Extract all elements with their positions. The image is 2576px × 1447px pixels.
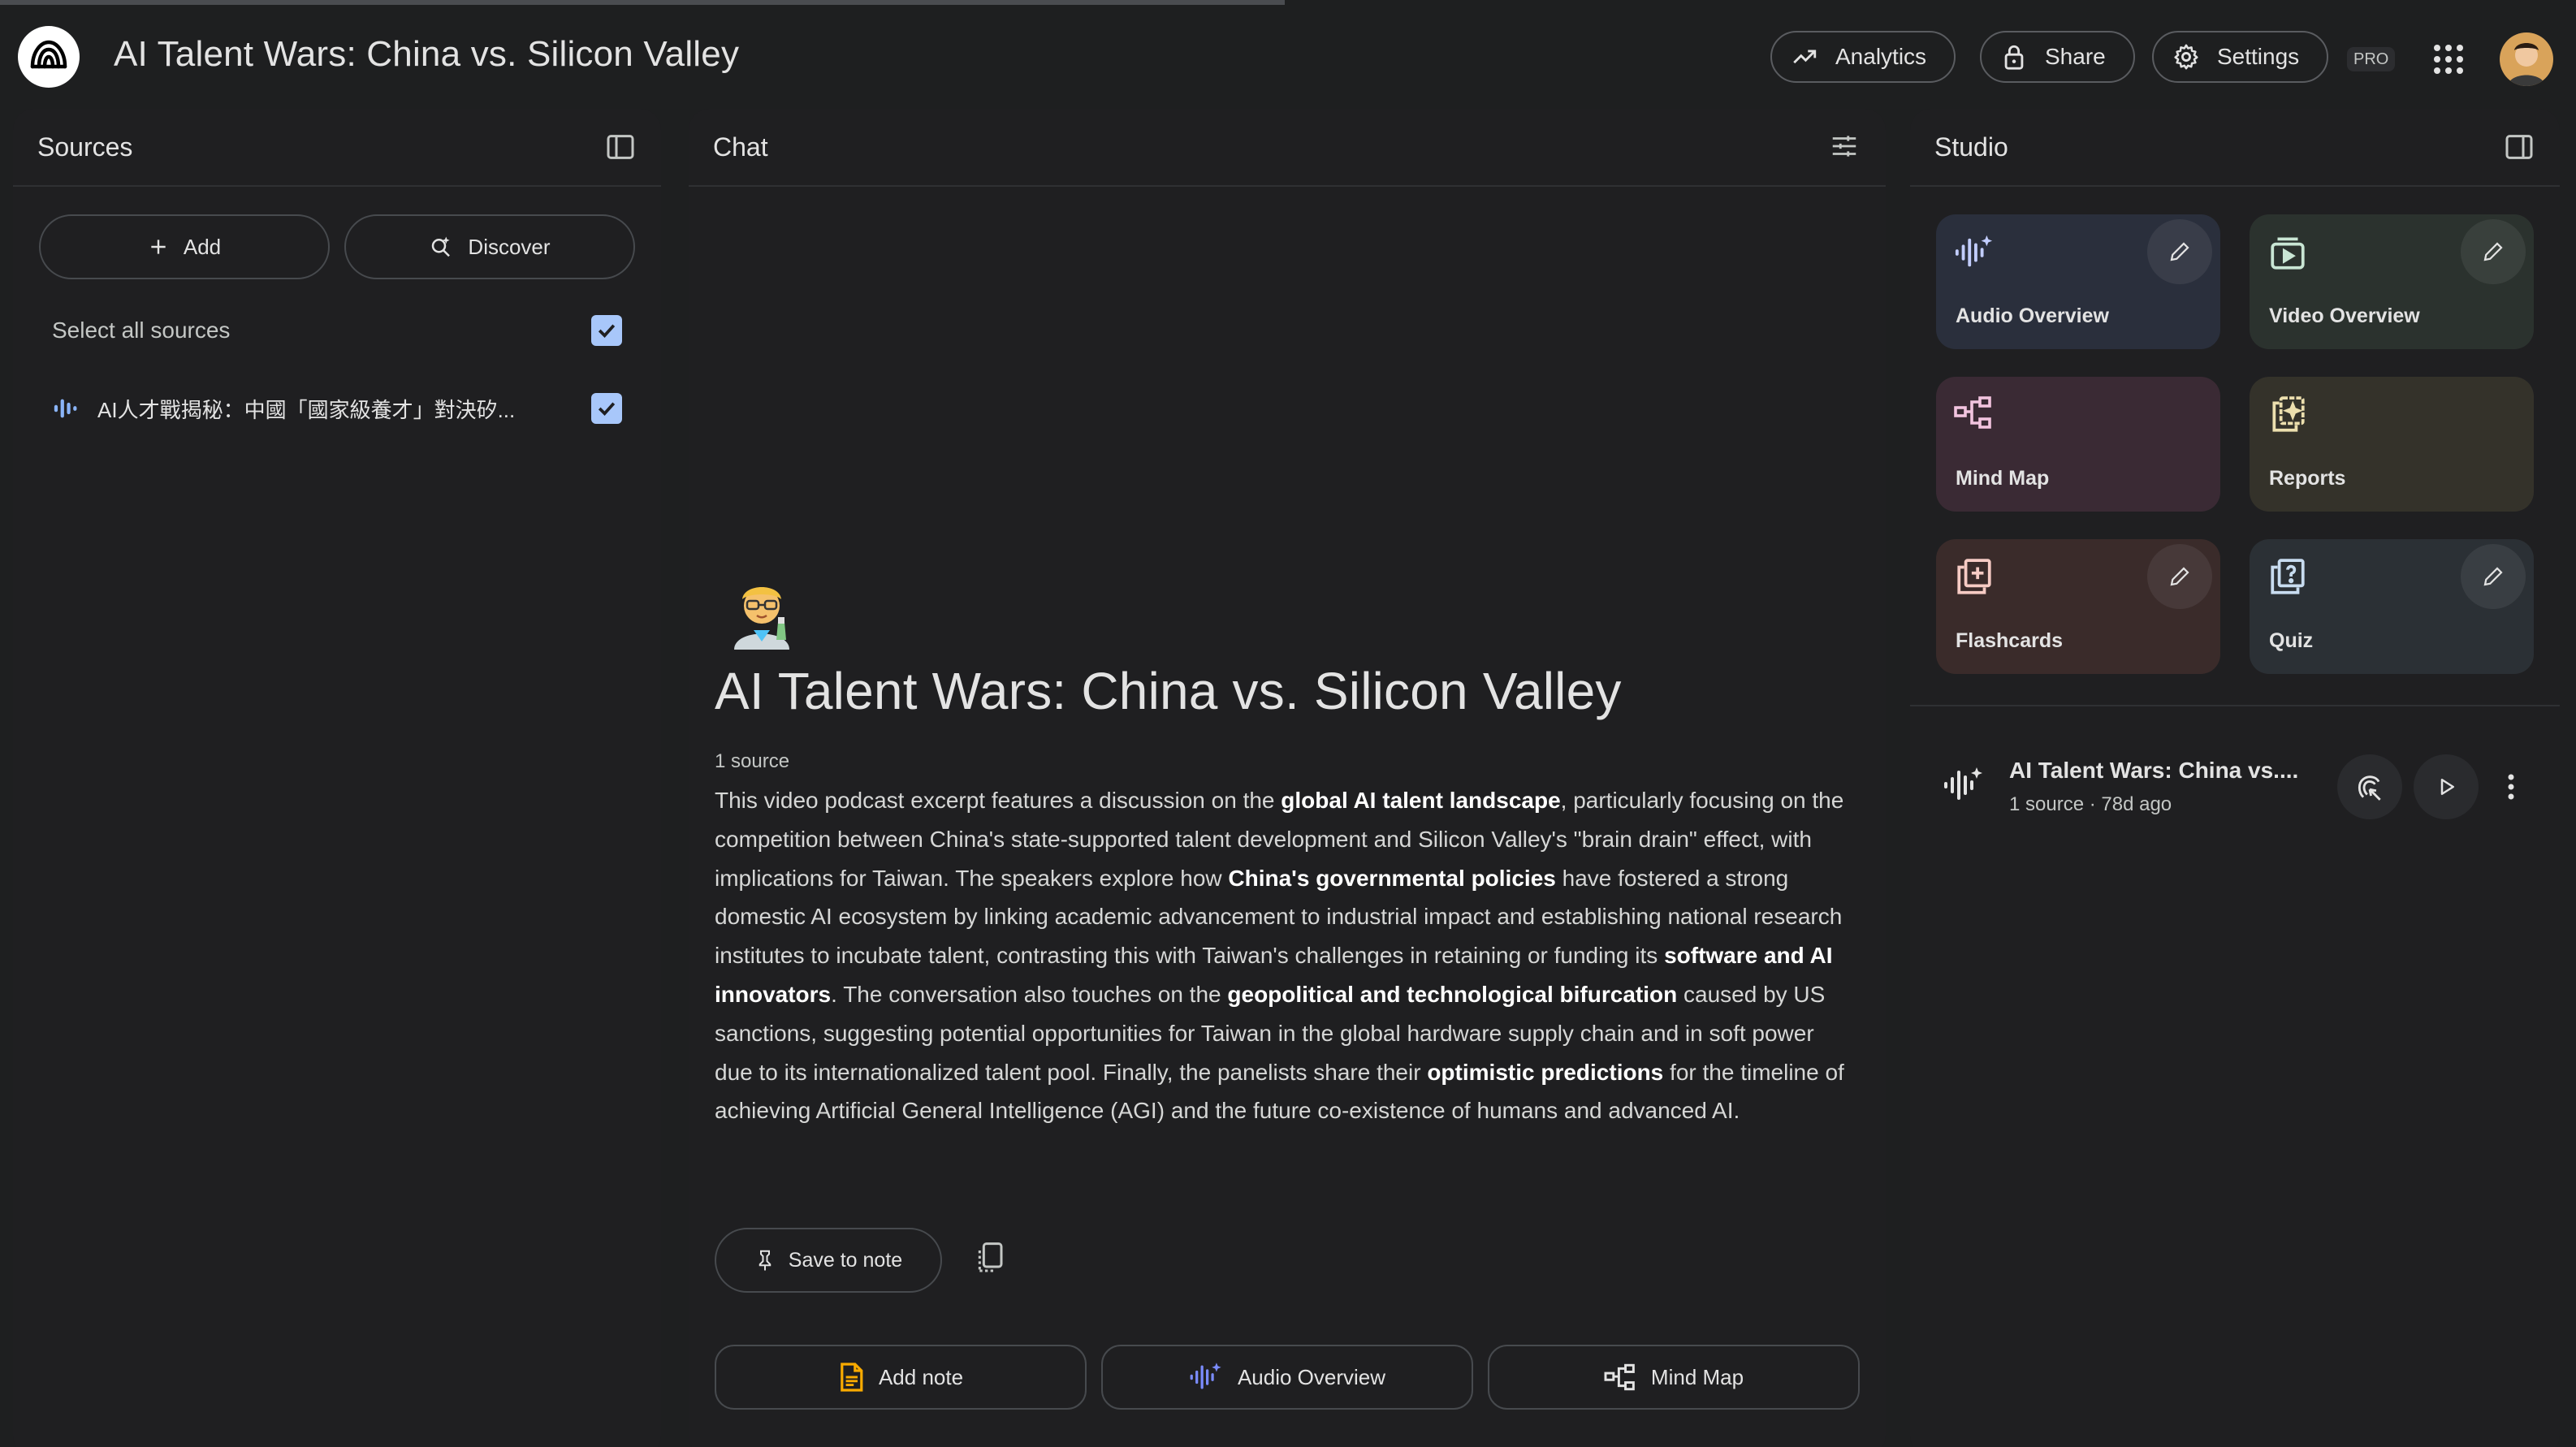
discover-label: Discover xyxy=(468,234,551,259)
collapse-panel-icon[interactable] xyxy=(2503,131,2535,163)
audio-overview-icon xyxy=(1189,1361,1223,1393)
video-overview-tile-label: Video Overview xyxy=(2269,305,2420,327)
audio-overview-tile[interactable]: Audio Overview xyxy=(1936,214,2220,349)
notebook-heading: AI Talent Wars: China vs. Silicon Valley xyxy=(715,662,1622,720)
interactive-mode-icon[interactable] xyxy=(2337,754,2402,819)
studio-header: Studio xyxy=(1910,109,2560,187)
source-item[interactable]: AI人才戰揭秘：中國「國家級養才」對決矽... xyxy=(52,393,622,424)
summary-bold-phrase: optimistic predictions xyxy=(1427,1059,1664,1085)
quiz-icon xyxy=(2267,557,2308,598)
select-all-label: Select all sources xyxy=(52,317,231,343)
add-note-label: Add note xyxy=(878,1364,964,1389)
chat-title: Chat xyxy=(713,132,768,162)
summary-bold-phrase: global AI talent landscape xyxy=(1281,788,1561,813)
share-button[interactable]: Share xyxy=(1980,31,2135,83)
analytics-label: Analytics xyxy=(1835,44,1927,69)
chat-header: Chat xyxy=(689,109,1886,187)
audio-overview-button[interactable]: Audio Overview xyxy=(1101,1345,1473,1410)
discover-sources-button[interactable]: Discover xyxy=(344,214,635,279)
summary-text: . The conversation also touches on the xyxy=(831,981,1228,1007)
audio-overview-label: Audio Overview xyxy=(1237,1364,1386,1389)
video-overview-tile[interactable]: Video Overview xyxy=(2250,214,2534,349)
select-all-checkbox[interactable] xyxy=(591,315,622,346)
sources-title: Sources xyxy=(37,132,133,162)
edit-pencil-icon[interactable] xyxy=(2461,219,2526,284)
notebooklm-logo-icon[interactable] xyxy=(18,26,80,88)
discover-search-icon xyxy=(429,235,453,259)
summary-bold-phrase: geopolitical and technological bifurcati… xyxy=(1227,981,1678,1007)
add-source-button[interactable]: Add xyxy=(39,214,330,279)
lock-icon xyxy=(1999,42,2029,71)
plus-icon xyxy=(148,236,169,257)
artifact-subtitle: 1 source · 78d ago xyxy=(2009,793,2172,815)
mind-map-icon xyxy=(1954,395,1995,435)
artifact-title: AI Talent Wars: China vs.... xyxy=(2009,758,2299,783)
sources-header: Sources xyxy=(13,109,661,187)
audio-artifact-item[interactable]: AI Talent Wars: China vs.... 1 source · … xyxy=(1943,742,2535,831)
quiz-tile-label: Quiz xyxy=(2269,629,2314,652)
edit-pencil-icon[interactable] xyxy=(2461,544,2526,609)
studio-title: Studio xyxy=(1934,132,2008,162)
collapse-panel-icon[interactable] xyxy=(604,131,637,163)
gear-icon xyxy=(2172,42,2201,71)
sources-panel: Sources Add Discover Select all sources … xyxy=(13,109,661,1447)
mind-map-button[interactable]: Mind Map xyxy=(1488,1345,1860,1410)
summary-text: This video podcast excerpt features a di… xyxy=(715,788,1282,813)
reports-tile-label: Reports xyxy=(2269,467,2346,490)
flashcards-tile[interactable]: Flashcards xyxy=(1936,539,2220,674)
save-to-note-button[interactable]: Save to note xyxy=(715,1228,942,1293)
flashcards-tile-label: Flashcards xyxy=(1956,629,2064,652)
more-options-icon[interactable] xyxy=(2487,762,2535,811)
note-icon xyxy=(838,1361,864,1393)
flashcards-icon xyxy=(1954,557,1995,598)
share-label: Share xyxy=(2045,44,2106,69)
mind-map-icon xyxy=(1604,1363,1636,1392)
source-count: 1 source xyxy=(715,750,790,772)
reports-tile[interactable]: Reports xyxy=(2250,377,2534,512)
studio-panel: Studio Audio Overview Video Overview Min… xyxy=(1910,109,2560,1447)
notebook-summary: This video podcast excerpt features a di… xyxy=(715,781,1852,1130)
audio-overview-tile-label: Audio Overview xyxy=(1956,305,2109,327)
select-all-sources-row[interactable]: Select all sources xyxy=(52,315,622,346)
add-note-button[interactable]: Add note xyxy=(715,1345,1087,1410)
edit-pencil-icon[interactable] xyxy=(2147,219,2212,284)
app-header: AI Talent Wars: China vs. Silicon Valley… xyxy=(0,5,2576,109)
user-avatar[interactable] xyxy=(2500,32,2553,86)
analytics-button[interactable]: Analytics xyxy=(1770,31,1956,83)
mind-map-tile[interactable]: Mind Map xyxy=(1936,377,2220,512)
apps-grid-icon[interactable] xyxy=(2431,42,2466,76)
add-label: Add xyxy=(183,234,222,259)
trending-up-icon xyxy=(1790,42,1819,71)
pin-icon xyxy=(754,1248,776,1272)
source-item-label: AI人才戰揭秘：中國「國家級養才」對決矽... xyxy=(97,397,516,422)
settings-label: Settings xyxy=(2217,44,2300,69)
copy-icon[interactable] xyxy=(973,1241,1012,1280)
chat-options-icon[interactable] xyxy=(1829,131,1861,163)
settings-button[interactable]: Settings xyxy=(2152,31,2329,83)
edit-pencil-icon[interactable] xyxy=(2147,544,2212,609)
audio-overview-icon xyxy=(1954,232,1995,273)
pro-badge: PRO xyxy=(2347,47,2396,71)
play-icon[interactable] xyxy=(2414,754,2479,819)
save-to-note-label: Save to note xyxy=(788,1248,903,1272)
quiz-tile[interactable]: Quiz xyxy=(2250,539,2534,674)
mind-map-label: Mind Map xyxy=(1650,1364,1744,1389)
studio-divider xyxy=(1910,705,2560,706)
source-item-checkbox[interactable] xyxy=(591,393,622,424)
video-overview-icon xyxy=(2267,232,2308,273)
notebook-emoji xyxy=(726,572,797,650)
audio-overview-icon xyxy=(1943,765,1986,809)
summary-bold-phrase: China's governmental policies xyxy=(1228,865,1556,891)
chat-panel: Chat AI Talent Wars: China vs. Silicon V… xyxy=(689,109,1886,1447)
audio-source-icon xyxy=(52,395,80,422)
mind-map-tile-label: Mind Map xyxy=(1956,467,2050,490)
reports-icon xyxy=(2267,395,2308,435)
notebook-title[interactable]: AI Talent Wars: China vs. Silicon Valley xyxy=(114,34,739,75)
